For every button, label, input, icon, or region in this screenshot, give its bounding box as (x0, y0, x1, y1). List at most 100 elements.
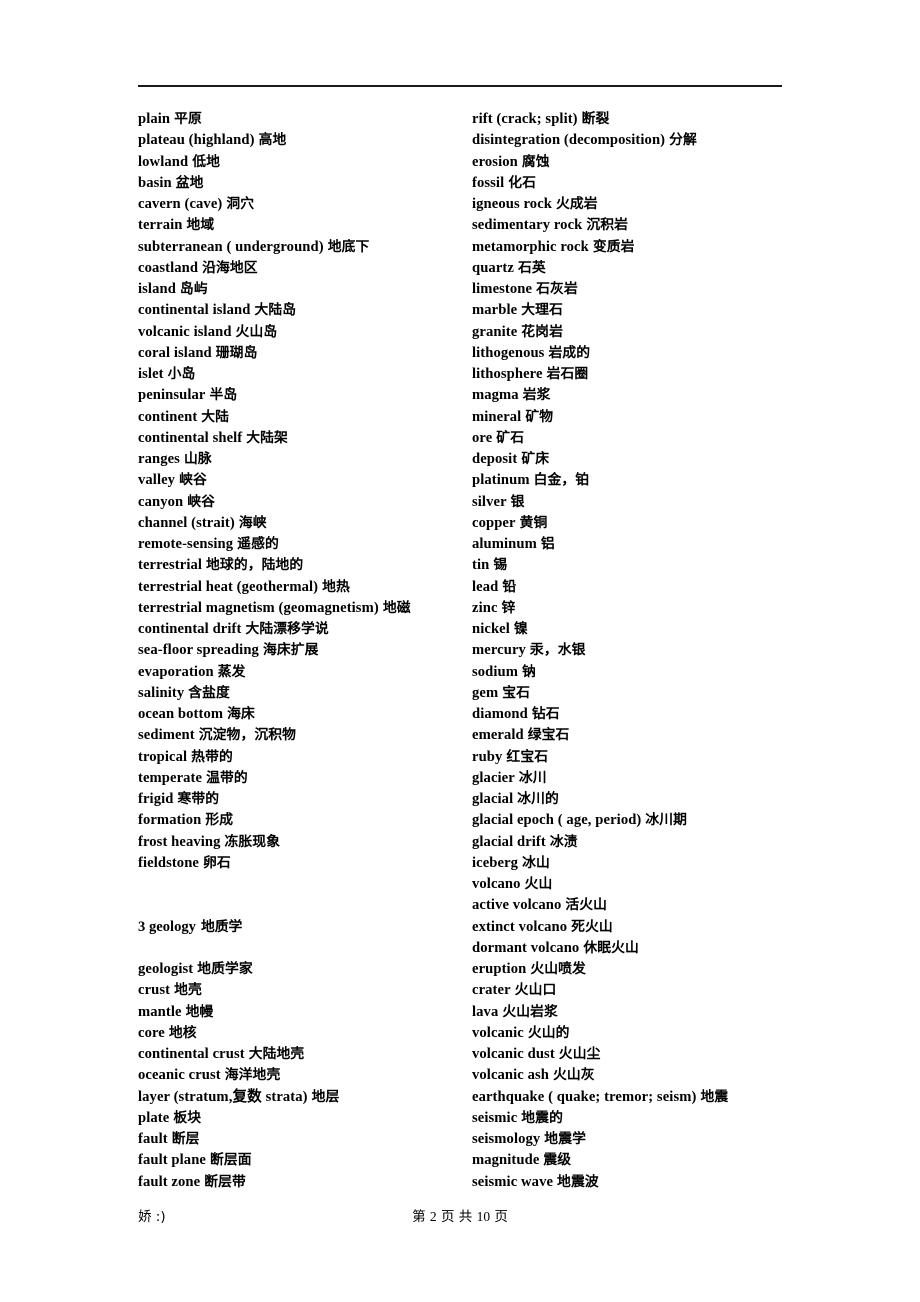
entry-gloss: 矿床 (521, 451, 550, 467)
entry-gloss: 低地 (192, 153, 220, 170)
entry-gloss: 地震学 (544, 1131, 586, 1147)
entry-gloss: 地核 (168, 1024, 197, 1041)
entry-term: coral island (138, 344, 212, 361)
entry-term: ranges (138, 451, 180, 467)
entry-term: valley (138, 472, 176, 489)
glossary-entry: lava 火山岩浆 (472, 1002, 802, 1023)
entry-gloss: 岩成的 (548, 344, 591, 361)
entry-gloss: 地幔 (185, 1003, 214, 1020)
entry-gloss: 白金，铂 (533, 472, 590, 489)
glossary-entry: sodium 钠 (472, 662, 802, 683)
entry-term: continental crust (138, 1046, 245, 1062)
entry-gloss: 镍 (513, 621, 528, 637)
entry-gloss: 腐蚀 (521, 153, 550, 170)
glossary-entry: aluminum 铝 (472, 534, 802, 555)
entry-term: basin (138, 174, 172, 191)
page-label-prefix: 第 (412, 1209, 426, 1225)
glossary-entry: crater 火山口 (472, 980, 802, 1001)
section-heading: 3 geology 地质学 (138, 917, 468, 938)
glossary-entry: continental crust 大陆地壳 (138, 1044, 468, 1065)
glossary-entry: lithogenous 岩成的 (472, 343, 802, 364)
glossary-entry: cavern (cave) 洞穴 (138, 194, 468, 215)
glossary-entry: emerald 绿宝石 (472, 725, 802, 746)
entry-term: platinum (472, 472, 530, 489)
entry-gloss: 盆地 (175, 174, 204, 191)
entry-gloss: 冰川 (518, 769, 547, 786)
entry-term: extinct volcano (472, 918, 568, 935)
entry-gloss: 峡谷 (187, 493, 215, 510)
entry-term: fossil (472, 174, 505, 191)
glossary-entry: layer (stratum,复数 strata) 地层 (138, 1087, 468, 1108)
entry-gloss: 地底下 (327, 238, 370, 255)
entry-gloss: 海洋地壳 (224, 1067, 281, 1084)
entry-term: glacier (472, 769, 515, 786)
entry-term: fault plane (138, 1152, 206, 1169)
glossary-entry: deposit 矿床 (472, 449, 802, 470)
glossary-entry: fault 断层 (138, 1129, 468, 1150)
glossary-entry: remote-sensing 遥感的 (138, 534, 468, 555)
entry-term: subterranean ( underground) (138, 238, 324, 255)
entry-gloss: 黄铜 (519, 514, 548, 531)
glossary-entry: lead 铅 (472, 577, 802, 598)
entry-gloss: 花岗岩 (521, 323, 563, 340)
glossary-entry: volcanic ash 火山灰 (472, 1065, 802, 1086)
glossary-entry: fault plane 断层面 (138, 1150, 468, 1171)
entry-term: volcanic ash (472, 1067, 550, 1084)
glossary-entry: subterranean ( underground) 地底下 (138, 237, 468, 258)
entry-gloss: 锌 (501, 599, 516, 616)
entry-gloss: 沉积岩 (586, 217, 629, 234)
entry-term: earthquake ( quake; tremor; seism) (472, 1088, 697, 1105)
glossary-entry: mercury 汞，水银 (472, 640, 802, 661)
entry-term: rift (crack; split) (472, 111, 578, 127)
glossary-entry: magma 岩浆 (472, 385, 802, 406)
entry-term: continental island (138, 302, 251, 319)
glossary-entry: glacial 冰川的 (472, 789, 802, 810)
entry-gloss: 海床 (227, 706, 255, 722)
entry-term: formation (138, 812, 202, 829)
glossary-entry: ruby 红宝石 (472, 747, 802, 768)
glossary-entry: peninsular 半岛 (138, 385, 468, 406)
entry-term: lithogenous (472, 344, 545, 361)
entry-term: terrain (138, 217, 183, 234)
entry-term: crater (472, 982, 511, 999)
entry-gloss: 山脉 (183, 451, 212, 467)
entry-gloss: 沿海地区 (202, 259, 258, 276)
entry-gloss: 化石 (508, 174, 537, 191)
glossary-entry: eruption 火山喷发 (472, 959, 802, 980)
entry-term: mercury (472, 642, 526, 659)
glossary-entry: plateau (highland) 高地 (138, 130, 468, 151)
glossary-entry: volcanic island 火山岛 (138, 322, 468, 343)
entry-gloss: 活火山 (565, 897, 608, 914)
glossary-entry: active volcano 活火山 (472, 895, 802, 916)
entry-term: channel (strait) (138, 514, 235, 531)
entry-gloss: 沉淀物，沉积物 (198, 727, 297, 744)
entry-gloss: 冰渍 (549, 833, 578, 850)
glossary-entry: lowland 低地 (138, 152, 468, 173)
entry-gloss: 铝 (540, 536, 555, 552)
entry-gloss: 形成 (205, 812, 234, 829)
entry-gloss: 大陆架 (246, 429, 288, 446)
entry-term: temperate (138, 769, 203, 786)
glossary-entry: channel (strait) 海峡 (138, 513, 468, 534)
entry-gloss: 地震的 (521, 1109, 563, 1126)
entry-term: sea-floor spreading (138, 642, 259, 659)
entry-term: igneous rock (472, 196, 552, 212)
total-page-number: 10 (476, 1209, 491, 1224)
glossary-entry: tropical 热带的 (138, 747, 468, 768)
glossary-entry: erosion 腐蚀 (472, 152, 802, 173)
entry-term: seismic (472, 1109, 518, 1126)
entry-gloss: 红宝石 (506, 748, 549, 765)
entry-gloss: 钠 (522, 663, 536, 680)
glossary-entry: ocean bottom 海床 (138, 704, 468, 725)
entry-term: ruby (472, 748, 503, 765)
entry-gloss: 震级 (543, 1152, 572, 1169)
entry-term: silver (472, 493, 507, 510)
glossary-entry: canyon 峡谷 (138, 492, 468, 513)
entry-term: tropical (138, 748, 188, 765)
glossary-entry: mineral 矿物 (472, 407, 802, 428)
glossary-entry: terrestrial 地球的，陆地的 (138, 555, 468, 576)
glossary-entry: oceanic crust 海洋地壳 (138, 1065, 468, 1086)
entry-term: plateau (highland) (138, 132, 255, 149)
entry-term: core (138, 1024, 165, 1041)
entry-term: quartz (472, 259, 514, 276)
